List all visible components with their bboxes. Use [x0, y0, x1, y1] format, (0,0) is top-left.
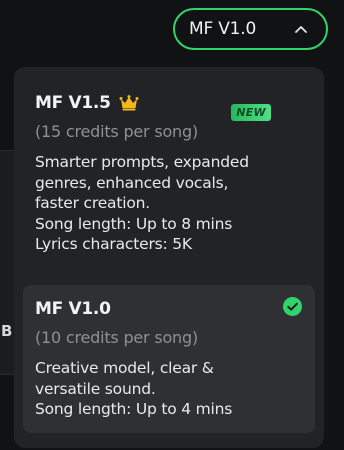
- description-line: versatile sound.: [35, 379, 156, 398]
- new-badge: NEW: [231, 104, 271, 121]
- option-description: Creative model, clear & versatile sound.…: [35, 358, 303, 420]
- model-dropdown: MF V1.5 NEW (15 credits per song) Smarte…: [14, 67, 324, 448]
- option-credits: (15 credits per song): [35, 122, 198, 141]
- model-option-v1-0[interactable]: MF V1.0 (10 credits per song) Creative m…: [23, 285, 315, 433]
- option-description: Smarter prompts, expanded genres, enhanc…: [35, 152, 303, 255]
- model-select-button[interactable]: MF V1.0: [173, 8, 328, 50]
- chevron-up-icon: [294, 22, 308, 36]
- model-select-label: MF V1.0: [189, 19, 257, 39]
- lyrics-characters: Lyrics characters: 5K: [35, 235, 192, 253]
- description-line: genres, enhanced vocals,: [35, 173, 229, 192]
- check-circle-icon: [283, 297, 302, 316]
- description-line: faster creation.: [35, 194, 150, 212]
- background-partial-label: B: [1, 322, 13, 340]
- page: B MF V1.0 MF V1.5 NEW (15 credits per so…: [0, 0, 344, 450]
- option-credits: (10 credits per song): [35, 328, 198, 347]
- crown-icon: [119, 95, 139, 111]
- description-line: Creative model, clear &: [35, 359, 214, 377]
- song-length: Song length: Up to 8 mins: [35, 214, 233, 233]
- option-header: MF V1.0: [35, 296, 303, 322]
- model-option-v1-5[interactable]: MF V1.5 NEW (15 credits per song) Smarte…: [23, 76, 315, 282]
- song-length: Song length: Up to 4 mins: [35, 400, 233, 418]
- option-name: MF V1.0: [35, 299, 111, 319]
- option-name: MF V1.5: [35, 93, 111, 113]
- description-line: Smarter prompts, expanded: [35, 153, 249, 171]
- background-panel: [0, 150, 14, 375]
